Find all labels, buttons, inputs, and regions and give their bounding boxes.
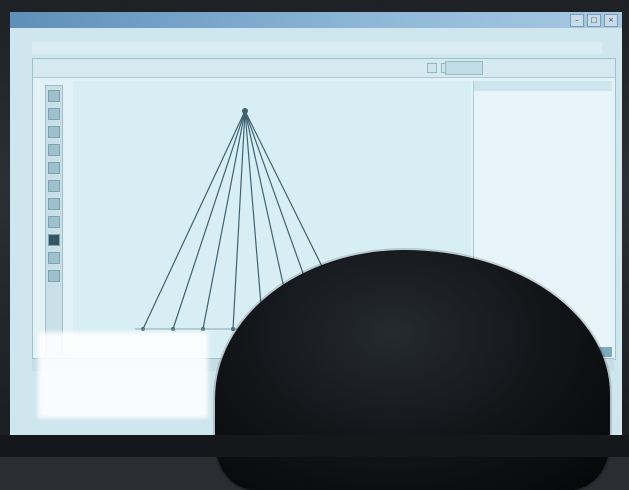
panel-row[interactable]: [480, 244, 612, 251]
palette-tool-4[interactable]: [48, 144, 60, 156]
palette-tool-5[interactable]: [48, 162, 60, 174]
panel-row[interactable]: [480, 255, 612, 262]
window-title: [36, 14, 296, 24]
panel-row[interactable]: [480, 189, 612, 196]
panel-row[interactable]: [480, 123, 612, 130]
panel-row[interactable]: [480, 167, 612, 174]
palette-tool-3[interactable]: [48, 126, 60, 138]
palette-tool-11[interactable]: [48, 270, 60, 282]
window-titlebar[interactable]: – □ ×: [10, 12, 622, 28]
tool-palette: [45, 85, 63, 359]
palette-tool-10[interactable]: [48, 252, 60, 264]
palette-tool-7[interactable]: [48, 198, 60, 210]
tree-branch: [244, 110, 264, 330]
panel-row[interactable]: [480, 134, 612, 141]
tree-branch: [142, 110, 246, 330]
window-controls: – □ ×: [570, 14, 618, 27]
panel-row[interactable]: [480, 156, 612, 163]
panel-row[interactable]: [480, 101, 612, 108]
toolbar-icon-1[interactable]: [427, 63, 437, 73]
palette-tool-9[interactable]: [48, 234, 60, 246]
panel-row[interactable]: [480, 211, 612, 218]
view-tab[interactable]: [445, 61, 483, 75]
panel-row[interactable]: [480, 233, 612, 240]
panel-row[interactable]: [480, 112, 612, 119]
toolbar: [33, 59, 615, 78]
panel-row[interactable]: [480, 145, 612, 152]
screen-glare: [38, 332, 208, 418]
maximize-button[interactable]: □: [587, 14, 601, 27]
panel-row[interactable]: [480, 178, 612, 185]
palette-tool-1[interactable]: [48, 90, 60, 102]
menu-bar: [32, 42, 602, 54]
panel-row[interactable]: [480, 200, 612, 207]
panel-row[interactable]: [480, 222, 612, 229]
monitor-bottom-edge: [0, 435, 629, 457]
panel-list: [480, 101, 612, 284]
palette-tool-2[interactable]: [48, 108, 60, 120]
close-button[interactable]: ×: [604, 14, 618, 27]
minimize-button[interactable]: –: [570, 14, 584, 27]
palette-tool-6[interactable]: [48, 180, 60, 192]
palette-tool-8[interactable]: [48, 216, 60, 228]
panel-title: [474, 81, 612, 91]
